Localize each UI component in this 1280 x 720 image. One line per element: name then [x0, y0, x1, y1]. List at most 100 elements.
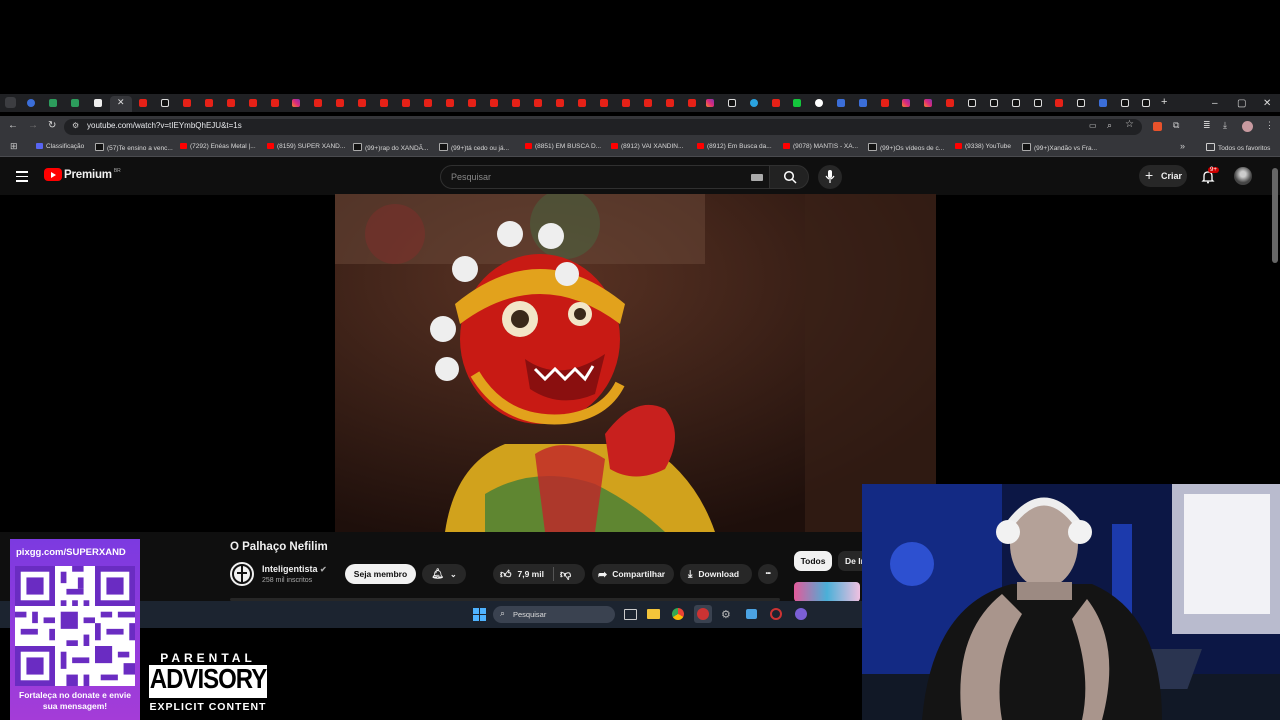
tab-favicon[interactable] [578, 99, 586, 107]
bookmark-item[interactable]: (7292) Enéas Metal |... [180, 143, 256, 150]
photos-icon[interactable] [746, 609, 757, 619]
cast-icon[interactable]: ▭ [1089, 121, 1097, 130]
tab-favicon[interactable] [314, 99, 322, 107]
tab-favicon[interactable] [139, 99, 147, 107]
tab-favicon[interactable] [990, 99, 998, 107]
channel-name[interactable]: Inteligentista ✔ [262, 564, 327, 574]
tab-favicon[interactable] [815, 99, 823, 107]
close-window-button[interactable]: ✕ [1263, 98, 1271, 109]
tab-favicon[interactable] [750, 99, 758, 107]
tab-favicon[interactable] [600, 99, 608, 107]
zoom-icon[interactable]: ⌕ [1107, 120, 1112, 131]
channel-avatar[interactable] [230, 562, 254, 586]
close-tab-icon[interactable]: ✕ [117, 97, 125, 108]
settings-gear-icon[interactable]: ⚙ [721, 608, 731, 621]
notifications-button[interactable]: 9+ [1200, 167, 1219, 185]
more-actions-button[interactable]: ••• [758, 564, 778, 584]
tab-favicon[interactable] [424, 99, 432, 107]
dislike-button[interactable]: 👎︎ [560, 568, 571, 581]
bookmark-item[interactable]: (9338) YouTube [955, 143, 1011, 150]
tab-favicon[interactable] [924, 99, 932, 107]
scrollbar[interactable] [1272, 168, 1278, 263]
tab-favicon[interactable] [446, 99, 454, 107]
tab-favicon[interactable] [161, 99, 169, 107]
bookmark-item[interactable]: (8159) SUPER XAND... [267, 143, 345, 150]
all-bookmarks-folder[interactable]: Todos os favoritos [1206, 143, 1270, 152]
steam-icon[interactable] [697, 608, 709, 620]
tab-favicon[interactable] [468, 99, 476, 107]
youtube-logo[interactable]: Premium BR [44, 168, 121, 181]
bookmark-item[interactable]: (99+)tá cedo ou já... [439, 143, 509, 152]
tab-favicon[interactable] [728, 99, 736, 107]
bookmark-item[interactable]: (57)Te ensino a venc... [95, 143, 173, 152]
tab-favicon[interactable] [881, 99, 889, 107]
tab-favicon[interactable] [556, 99, 564, 107]
chrome-icon[interactable] [672, 608, 684, 620]
hamburger-menu-icon[interactable] [16, 171, 28, 182]
chip-next[interactable]: De In [838, 551, 862, 571]
tab-favicon[interactable] [688, 99, 696, 107]
tab-favicon[interactable] [902, 99, 910, 107]
subscribed-bell-button[interactable]: 🔔︎ ⌄ [422, 564, 466, 584]
bookmark-item[interactable]: (9078) MANTIS - XA... [783, 143, 858, 150]
browser-menu-icon[interactable]: ⋮ [1265, 120, 1274, 131]
extensions-puzzle-icon[interactable]: ⧉ [1173, 120, 1179, 131]
more-bookmarks-icon[interactable]: » [1180, 141, 1185, 151]
tab-favicon[interactable] [94, 99, 102, 107]
account-avatar[interactable] [1234, 167, 1252, 185]
tab-favicon[interactable] [666, 99, 674, 107]
tab-favicon[interactable] [534, 99, 542, 107]
tab-favicon[interactable] [249, 99, 257, 107]
create-button[interactable]: + Criar [1139, 165, 1187, 187]
tab-favicon[interactable] [292, 99, 300, 107]
share-button[interactable]: ➦ Compartilhar [592, 564, 674, 584]
recommended-thumbnail[interactable] [794, 582, 860, 602]
keyboard-icon[interactable] [751, 174, 763, 181]
tab-favicon[interactable] [1055, 99, 1063, 107]
task-view-icon[interactable] [624, 609, 637, 620]
like-button[interactable]: 👍︎ 7,9 mil [493, 568, 544, 581]
bookmark-star-icon[interactable]: ☆ [1125, 119, 1134, 130]
bookmark-item[interactable]: (99+)rap do XANDÃ... [353, 143, 428, 152]
tab-favicon[interactable] [622, 99, 630, 107]
tab-favicon[interactable] [402, 99, 410, 107]
search-input[interactable]: Pesquisar [440, 165, 770, 189]
bookmark-item[interactable]: Classificação [36, 143, 84, 150]
tab-favicon[interactable] [227, 99, 235, 107]
tab-favicon[interactable] [490, 99, 498, 107]
windows-start-icon[interactable] [473, 608, 486, 621]
tab-favicon[interactable] [793, 99, 801, 107]
chip-all[interactable]: Todos [794, 551, 832, 571]
minimize-button[interactable]: – [1212, 98, 1218, 109]
profile-avatar[interactable] [1242, 121, 1253, 132]
join-button[interactable]: Seja membro [345, 564, 416, 584]
bookmark-item[interactable]: (99+)Os vídeos de c... [868, 143, 944, 152]
bookmark-item[interactable]: (99+)Xandão vs Fra... [1022, 143, 1097, 152]
site-info-icon[interactable]: ⚙ [72, 121, 79, 130]
voice-search-button[interactable] [818, 165, 842, 189]
tab-favicon[interactable] [946, 99, 954, 107]
download-button[interactable]: ⤓ Download [680, 564, 752, 584]
tab-favicon[interactable] [837, 99, 845, 107]
tab-favicon[interactable] [271, 99, 279, 107]
apps-grid-icon[interactable]: ⊞ [10, 141, 18, 152]
bookmark-item[interactable]: (8912) Em Busca da... [697, 143, 772, 150]
new-tab-button[interactable]: + [1161, 96, 1167, 108]
bookmark-item[interactable]: (8912) VAI XANDIN... [611, 143, 683, 150]
downloads-icon[interactable]: ⤓ [1223, 120, 1227, 131]
app-icon[interactable] [795, 608, 807, 620]
forward-arrow-icon[interactable]: → [28, 120, 38, 131]
tab-favicon[interactable] [205, 99, 213, 107]
tab-favicon[interactable] [1077, 99, 1085, 107]
tab-favicon[interactable] [644, 99, 652, 107]
maximize-button[interactable]: ▢ [1237, 98, 1246, 109]
app-icon[interactable] [770, 608, 782, 620]
video-player[interactable] [335, 194, 936, 532]
tab-favicon[interactable] [380, 99, 388, 107]
tab-favicon[interactable] [1012, 99, 1020, 107]
url-text[interactable]: youtube.com/watch?v=tIEYmbQhEJU&t=1s [87, 121, 242, 130]
search-button[interactable] [769, 165, 809, 189]
tab-favicon[interactable] [71, 99, 79, 107]
tab-favicon[interactable] [1142, 99, 1150, 107]
media-icon[interactable]: ≣ [1203, 120, 1211, 131]
